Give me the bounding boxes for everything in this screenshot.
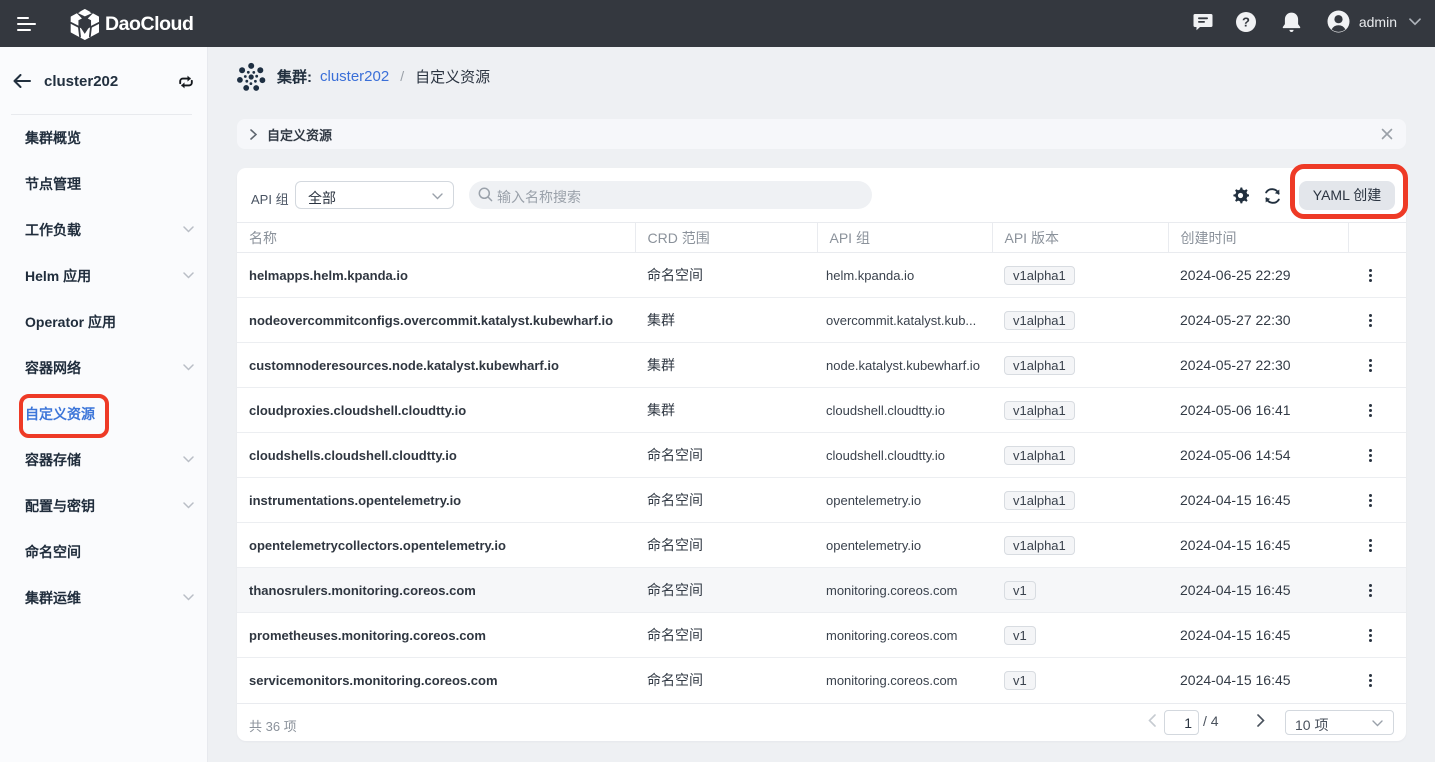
- svg-text:?: ?: [1242, 14, 1250, 29]
